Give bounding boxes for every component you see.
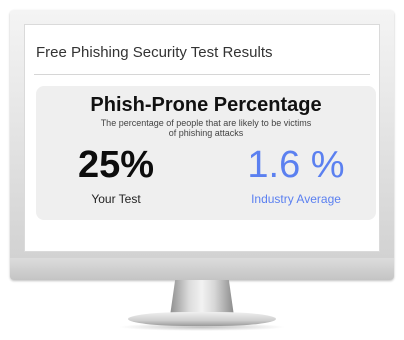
your-test-label: Your Test xyxy=(91,192,141,206)
industry-average-label: Industry Average xyxy=(251,192,341,206)
card-subtitle: The percentage of people that are likely… xyxy=(100,118,312,138)
phish-prone-card: Phish-Prone Percentage The percentage of… xyxy=(36,86,376,220)
industry-average-metric: 1.6 % Industry Average xyxy=(216,144,376,206)
your-test-metric: 25% Your Test xyxy=(36,144,196,206)
monitor: Free Phishing Security Test Results Phis… xyxy=(10,10,394,280)
monitor-stand-base xyxy=(128,312,276,326)
header-divider xyxy=(34,74,370,75)
results-title: Free Phishing Security Test Results xyxy=(36,44,273,61)
monitor-screen: Free Phishing Security Test Results Phis… xyxy=(24,24,380,252)
your-test-value: 25% xyxy=(77,144,155,186)
industry-average-value: 1.6 % xyxy=(247,144,345,186)
monitor-stand-neck xyxy=(170,280,234,316)
monitor-chin xyxy=(10,258,394,280)
card-title: Phish-Prone Percentage xyxy=(90,94,322,116)
